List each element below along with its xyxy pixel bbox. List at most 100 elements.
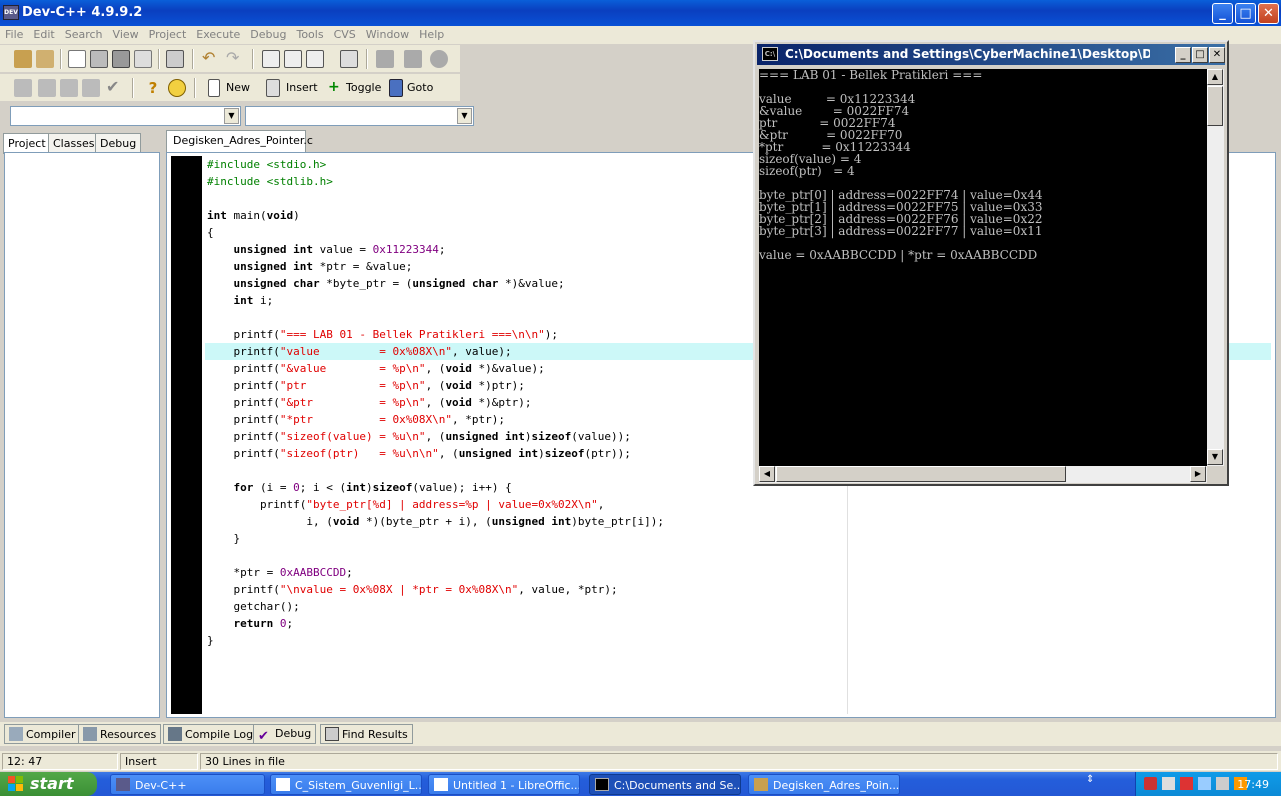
forward-icon[interactable] xyxy=(404,50,422,68)
tab-classes[interactable]: Classes xyxy=(48,133,100,153)
console-maximize-button[interactable]: □ xyxy=(1192,47,1208,63)
tab-project[interactable]: Project xyxy=(3,133,51,154)
console-output[interactable]: === LAB 01 - Bellek Pratikleri === value… xyxy=(759,69,1207,466)
edit-mode: Insert xyxy=(120,753,198,770)
clock[interactable]: 17:49 xyxy=(1237,778,1269,791)
close-file-icon[interactable] xyxy=(134,50,152,68)
resources-icon xyxy=(83,727,97,741)
taskbar-item-libreoffice[interactable]: Untitled 1 - LibreOffic... xyxy=(428,774,580,795)
insert-icon[interactable] xyxy=(266,79,280,97)
open-project-icon[interactable] xyxy=(14,50,32,68)
console-window[interactable]: C:\ C:\Documents and Settings\CyberMachi… xyxy=(753,40,1229,486)
compile-run-icon[interactable] xyxy=(60,79,78,97)
minimize-button[interactable]: _ xyxy=(1212,3,1233,24)
class-combo[interactable]: ▼ xyxy=(10,106,241,126)
code-line[interactable]: getchar(); xyxy=(205,598,1271,615)
network-icon[interactable] xyxy=(1162,777,1175,790)
new-class-icon[interactable] xyxy=(208,79,220,97)
code-line[interactable]: } xyxy=(205,632,1271,649)
taskbar-item-devcpp[interactable]: Dev-C++ xyxy=(110,774,265,795)
taskbar-item-source-file[interactable]: Degisken_Adres_Poin... xyxy=(748,774,900,795)
toggle-bookmark-icon[interactable]: + xyxy=(328,79,342,97)
new-file-icon[interactable] xyxy=(68,50,86,68)
code-line[interactable]: } xyxy=(205,530,1271,547)
console-title-bar[interactable]: C:\ C:\Documents and Settings\CyberMachi… xyxy=(757,44,1225,65)
menu-tools[interactable]: Tools xyxy=(291,26,328,41)
tab-find-results[interactable]: Find Results xyxy=(320,724,413,744)
console-close-button[interactable]: ✕ xyxy=(1209,47,1225,63)
menu-execute[interactable]: Execute xyxy=(191,26,245,41)
security-shield-icon[interactable] xyxy=(1144,777,1157,790)
menu-cvs[interactable]: CVS xyxy=(329,26,361,41)
compile-icon[interactable] xyxy=(14,79,32,97)
console-line: byte_ptr[3] | address=0022FF77 | value=0… xyxy=(759,224,1043,238)
redo-icon[interactable]: ↷ xyxy=(226,50,244,68)
bookmark-icon[interactable] xyxy=(430,50,448,68)
goto-bookmark-icon[interactable] xyxy=(389,79,403,97)
taskbar-item-document[interactable]: C_Sistem_Guvenligi_L... xyxy=(270,774,422,795)
menu-search[interactable]: Search xyxy=(60,26,108,41)
start-button[interactable]: start xyxy=(0,772,97,796)
help-icon[interactable]: ? xyxy=(144,79,162,97)
console-vertical-scrollbar[interactable]: ▲ ▼ xyxy=(1207,69,1224,466)
scroll-right-icon[interactable]: ▶ xyxy=(1190,466,1206,482)
project-tree-panel[interactable] xyxy=(4,152,160,718)
scroll-thumb[interactable] xyxy=(1207,86,1223,126)
print-icon[interactable] xyxy=(166,50,184,68)
scroll-up-icon[interactable]: ▲ xyxy=(1207,69,1223,85)
app-title-bar[interactable]: DEV Dev-C++ 4.9.9.2 _ □ ✕ xyxy=(0,0,1281,26)
code-line[interactable]: return 0; xyxy=(205,615,1271,632)
tab-debug[interactable]: Debug xyxy=(95,133,142,153)
code-line[interactable]: printf("\nvalue = 0x%08X | *ptr = 0x%08X… xyxy=(205,581,1271,598)
code-line[interactable]: i, (void *)(byte_ptr + i), (unsigned int… xyxy=(205,513,1271,530)
code-line[interactable] xyxy=(205,547,1271,564)
code-line[interactable]: printf("byte_ptr[%d] | address=%p | valu… xyxy=(205,496,1271,513)
taskbar-item-console[interactable]: C:\Documents and Se... xyxy=(589,774,741,795)
menu-project[interactable]: Project xyxy=(144,26,192,41)
find-icon[interactable] xyxy=(262,50,280,68)
menu-debug[interactable]: Debug xyxy=(245,26,291,41)
console-horizontal-scrollbar[interactable]: ◀ ▶ xyxy=(759,466,1207,483)
member-combo[interactable]: ▼ xyxy=(245,106,474,126)
back-icon[interactable] xyxy=(376,50,394,68)
menu-edit[interactable]: Edit xyxy=(28,26,59,41)
tab-compiler[interactable]: Compiler xyxy=(4,724,81,744)
toggle-button-label[interactable]: Toggle xyxy=(346,81,381,94)
insert-button-label[interactable]: Insert xyxy=(286,81,318,94)
new-button-label[interactable]: New xyxy=(226,81,250,94)
find-next-icon[interactable] xyxy=(306,50,324,68)
taskbar-scroll-icon[interactable]: ⇕ xyxy=(1086,774,1094,785)
goto-line-icon[interactable] xyxy=(340,50,358,68)
replace-icon[interactable] xyxy=(284,50,302,68)
maximize-button[interactable]: □ xyxy=(1235,3,1256,24)
tab-resources[interactable]: Resources xyxy=(78,724,162,744)
speaker-icon[interactable] xyxy=(1216,777,1229,790)
open-file-icon[interactable] xyxy=(36,50,54,68)
close-button[interactable]: ✕ xyxy=(1258,3,1279,24)
rebuild-icon[interactable] xyxy=(82,79,100,97)
scroll-left-icon[interactable]: ◀ xyxy=(759,466,775,482)
undo-icon[interactable]: ↶ xyxy=(202,50,220,68)
code-line[interactable]: *ptr = 0xAABBCCDD; xyxy=(205,564,1271,581)
about-smiley-icon[interactable] xyxy=(168,79,186,97)
chevron-down-icon[interactable]: ▼ xyxy=(457,108,472,124)
check-icon[interactable]: ✔ xyxy=(106,79,124,97)
menu-window[interactable]: Window xyxy=(361,26,414,41)
tab-compile-log[interactable]: Compile Log xyxy=(163,724,259,744)
goto-button-label[interactable]: Goto xyxy=(407,81,433,94)
network-error-icon[interactable] xyxy=(1180,777,1193,790)
tab-debug-bottom[interactable]: ✔ Debug xyxy=(253,724,317,744)
hscroll-thumb[interactable] xyxy=(776,466,1066,482)
menu-help[interactable]: Help xyxy=(414,26,449,41)
monitor-icon[interactable] xyxy=(1198,777,1211,790)
menu-file[interactable]: File xyxy=(0,26,28,41)
scroll-down-icon[interactable]: ▼ xyxy=(1207,449,1223,465)
menu-view[interactable]: View xyxy=(108,26,144,41)
save-icon[interactable] xyxy=(90,50,108,68)
chevron-down-icon[interactable]: ▼ xyxy=(224,108,239,124)
editor-tab[interactable]: Degisken_Adres_Pointer.c xyxy=(166,130,313,152)
save-all-icon[interactable] xyxy=(112,50,130,68)
run-icon[interactable] xyxy=(38,79,56,97)
toolbar-separator xyxy=(158,49,160,69)
console-minimize-button[interactable]: _ xyxy=(1175,47,1191,63)
